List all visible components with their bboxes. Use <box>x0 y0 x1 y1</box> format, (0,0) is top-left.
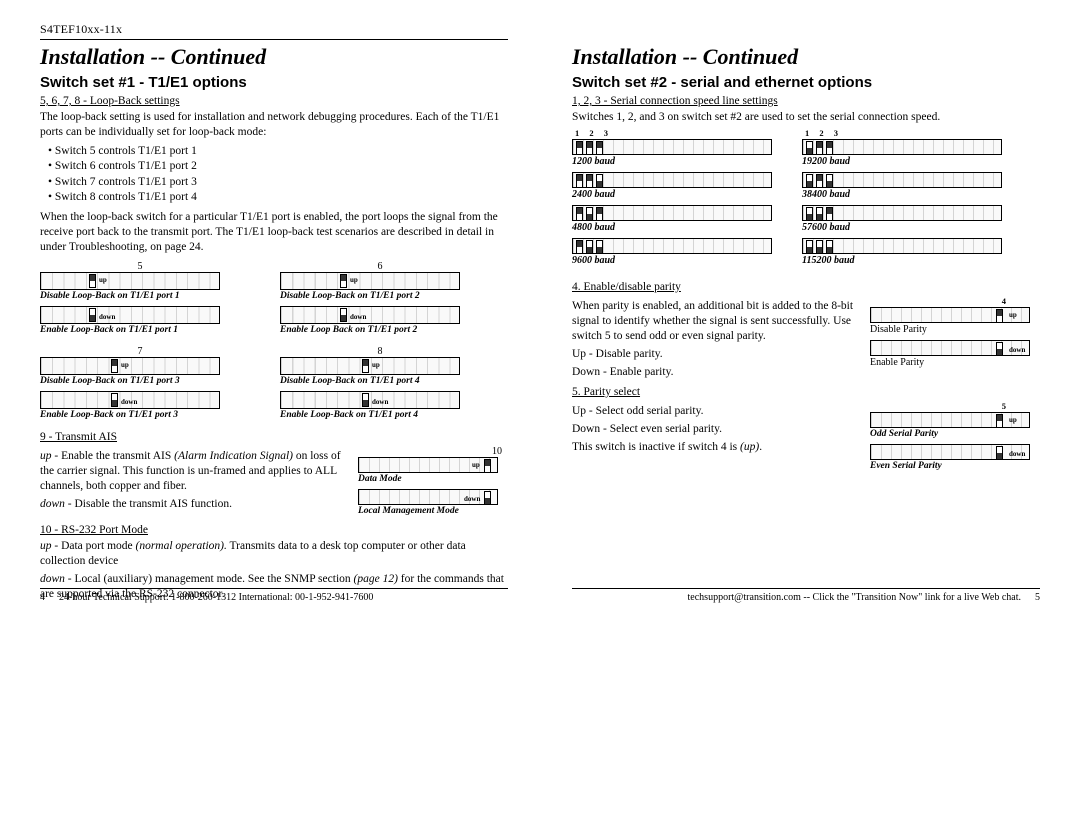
dip-caption: Disable Loop-Back on T1/E1 port 1 <box>40 291 240 301</box>
page-number: 5 <box>1035 592 1040 603</box>
baud-rate-table: 1 2 3 1200 baud 2400 baud 4800 baud 9600 bau… <box>572 128 1040 271</box>
page-number: 4 <box>40 592 45 603</box>
paragraph: up - Enable the transmit AIS (Alarm Indi… <box>40 449 352 494</box>
rs232-subhead: 10 - RS-232 Port Mode <box>40 524 508 536</box>
paragraph: down - Disable the transmit AIS function… <box>40 497 352 512</box>
paragraph: Up - Disable parity. <box>572 347 858 362</box>
dip-switch-diagram: down <box>40 306 220 324</box>
dip-caption: Disable Loop-Back on T1/E1 port 3 <box>40 376 240 386</box>
dip-caption: Enable Parity <box>870 357 1040 368</box>
baud-label: 1200 baud <box>572 156 772 167</box>
page-footer: techsupport@transition.com -- Click the … <box>572 588 1040 603</box>
baud-label: 38400 baud <box>802 189 1002 200</box>
dip-switch-diagram: up <box>40 357 220 375</box>
paragraph: Switches 1, 2, and 3 on switch set #2 ar… <box>572 110 1040 125</box>
baud-label: 9600 baud <box>572 255 772 266</box>
dip-switch-diagram: down <box>40 391 220 409</box>
dip-switch-diagram <box>572 238 772 254</box>
dip-caption: Even Serial Parity <box>870 461 1040 471</box>
dip-caption: Enable Loop-Back on T1/E1 port 3 <box>40 410 240 420</box>
page-title: Installation -- Continued <box>572 44 1040 70</box>
dip-caption: Enable Loop-Back on T1/E1 port 4 <box>280 410 480 420</box>
list-item: Switch 6 controls T1/E1 port 2 <box>48 159 508 175</box>
page-left: S4TEF10xx-11x Installation -- Continued … <box>0 0 540 617</box>
paragraph: Down - Select even serial parity. <box>572 422 858 437</box>
dip-switch-diagram <box>802 205 1002 221</box>
dip-row-7-8: 7 up Disable Loop-Back on T1/E1 port 3 d… <box>40 346 508 425</box>
dip-switch-diagram <box>572 139 772 155</box>
dip-switch-diagram: up <box>280 272 460 290</box>
dip-switch-diagram: down <box>280 306 460 324</box>
parity-subhead: 4. Enable/disable parity <box>572 281 1040 293</box>
parity-select-subhead: 5. Parity select <box>572 386 1040 398</box>
doc-id: S4TEF10xx-11x <box>40 22 508 40</box>
bullet-list: Switch 5 controls T1/E1 port 1 Switch 6 … <box>48 144 508 206</box>
section-heading: Switch set #1 - T1/E1 options <box>40 74 508 91</box>
dip-switch-diagram: up <box>280 357 460 375</box>
dip-number: 4 <box>870 296 1040 306</box>
dip-number-row: 1 2 3 <box>802 128 1002 138</box>
dip-number: 10 <box>358 446 508 456</box>
dip-switch-diagram <box>802 139 1002 155</box>
baud-label: 4800 baud <box>572 222 772 233</box>
dip-number: 5 <box>870 401 1040 411</box>
dip-number: 8 <box>280 346 480 356</box>
dip-row-5-6: 5 up Disable Loop-Back on T1/E1 port 1 d… <box>40 261 508 340</box>
list-item: Switch 7 controls T1/E1 port 3 <box>48 175 508 191</box>
dip-switch-diagram <box>802 238 1002 254</box>
page-right: x Installation -- Continued Switch set #… <box>540 0 1080 617</box>
dip-caption: Enable Loop Back on T1/E1 port 2 <box>280 325 480 335</box>
paragraph: When parity is enabled, an additional bi… <box>572 299 858 344</box>
dip-switch-diagram: down <box>280 391 460 409</box>
dip-caption: Disable Loop-Back on T1/E1 port 2 <box>280 291 480 301</box>
serial-subhead: 1, 2, 3 - Serial connection speed line s… <box>572 95 1040 107</box>
paragraph: The loop-back setting is used for instal… <box>40 110 508 140</box>
dip-number: 6 <box>280 261 480 271</box>
paragraph: up - Data port mode (normal operation). … <box>40 539 508 569</box>
loopback-subhead: 5, 6, 7, 8 - Loop-Back settings <box>40 95 508 107</box>
baud-label: 115200 baud <box>802 255 1002 266</box>
paragraph: This switch is inactive if switch 4 is (… <box>572 440 858 455</box>
list-item: Switch 5 controls T1/E1 port 1 <box>48 144 508 160</box>
dip-caption: Odd Serial Parity <box>870 429 1040 439</box>
dip-switch-diagram: up <box>870 412 1030 428</box>
dip-switch-diagram: up <box>40 272 220 290</box>
dip-caption: Disable Loop-Back on T1/E1 port 4 <box>280 376 480 386</box>
dip-number: 7 <box>40 346 240 356</box>
baud-label: 57600 baud <box>802 222 1002 233</box>
list-item: Switch 8 controls T1/E1 port 4 <box>48 190 508 206</box>
section-heading: Switch set #2 - serial and ethernet opti… <box>572 74 1040 91</box>
dip-number-row: 1 2 3 <box>572 128 772 138</box>
paragraph: Down - Enable parity. <box>572 365 858 380</box>
page-title: Installation -- Continued <box>40 44 508 70</box>
footer-text: techsupport@transition.com -- Click the … <box>688 592 1021 603</box>
ais-subhead: 9 - Transmit AIS <box>40 431 508 443</box>
dip-switch-diagram <box>572 205 772 221</box>
paragraph: Up - Select odd serial parity. <box>572 404 858 419</box>
dip-caption: Enable Loop-Back on T1/E1 port 1 <box>40 325 240 335</box>
dip-caption: Disable Parity <box>870 324 1040 335</box>
dip-switch-diagram <box>802 172 1002 188</box>
dip-switch-diagram: down <box>870 444 1030 460</box>
dip-caption: Local Management Mode <box>358 506 508 516</box>
dip-switch-diagram: down <box>358 489 498 505</box>
footer-text: 24-hour Technical Support: 1-800-260-131… <box>59 592 373 603</box>
dip-switch-diagram: down <box>870 340 1030 356</box>
dip-caption: Data Mode <box>358 474 508 484</box>
page-footer: 4 24-hour Technical Support: 1-800-260-1… <box>40 588 508 603</box>
baud-label: 19200 baud <box>802 156 1002 167</box>
dip-switch-diagram <box>572 172 772 188</box>
baud-label: 2400 baud <box>572 189 772 200</box>
dip-number: 5 <box>40 261 240 271</box>
dip-switch-diagram: up <box>870 307 1030 323</box>
paragraph: When the loop-back switch for a particul… <box>40 210 508 255</box>
dip-switch-diagram: up <box>358 457 498 473</box>
